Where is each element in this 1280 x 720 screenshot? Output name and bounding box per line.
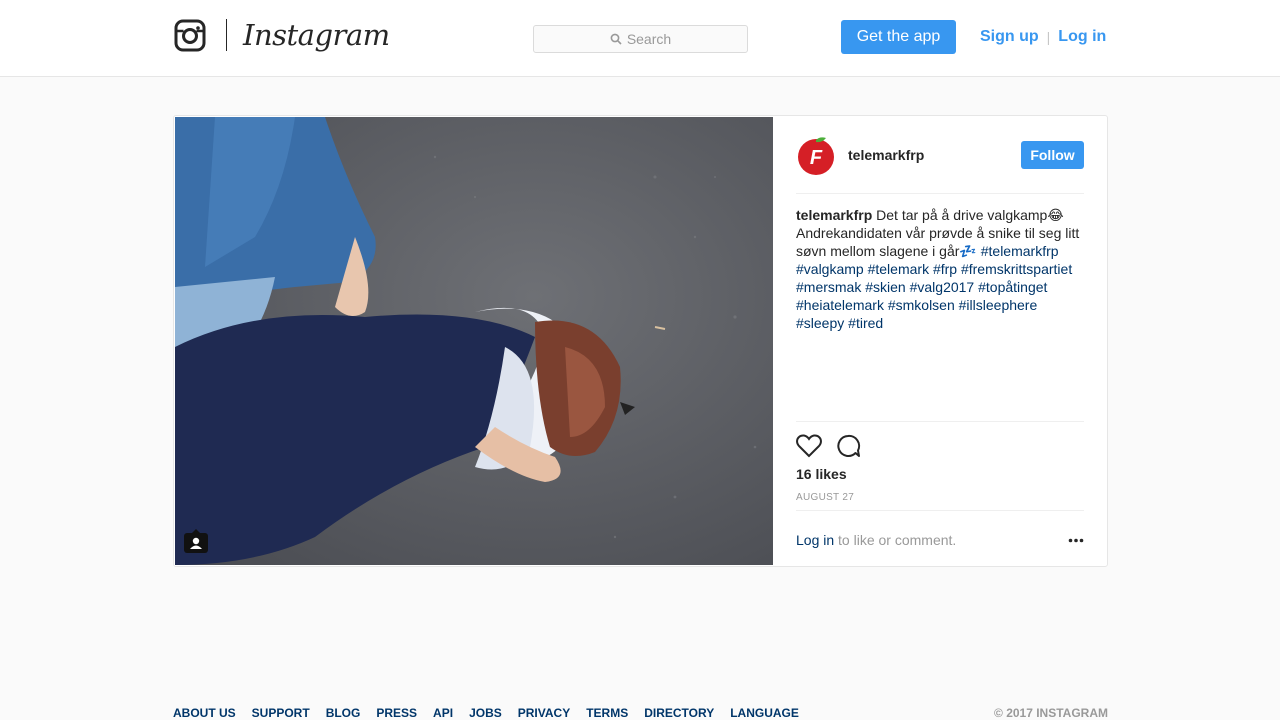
hashtag-link[interactable]: #illsleephere [959,297,1038,313]
hashtag-link[interactable]: #telemarkfrp [981,243,1059,259]
get-the-app-button[interactable]: Get the app [841,20,956,54]
comment-icon[interactable] [836,434,861,458]
post-sidebar: F telemarkfrp Follow telemarkfrp Det tar… [796,116,1084,566]
search-icon [610,33,622,45]
footer-link-about-us[interactable]: ABOUT US [173,706,236,720]
login-prompt-text: Log in to like or comment. [796,532,956,548]
hashtag-link[interactable]: #sleepy [796,315,844,331]
login-prompt: Log in to like or comment. [796,510,1084,566]
post-username[interactable]: telemarkfrp [848,147,924,163]
hashtag-link[interactable]: #heiatelemark [796,297,884,313]
footer-link-api[interactable]: API [433,706,453,720]
more-icon[interactable] [1068,538,1084,543]
footer-link-language[interactable]: LANGUAGE [730,706,799,720]
login-link[interactable]: Log in [796,532,834,548]
hashtag-link[interactable]: #mersmak [796,279,861,295]
footer-link-support[interactable]: SUPPORT [252,706,310,720]
login-suffix: to like or comment. [834,532,957,548]
footer-copyright: © 2017 INSTAGRAM [994,706,1108,720]
hashtag-link[interactable]: #topåtinget [978,279,1047,295]
footer-link-jobs[interactable]: JOBS [469,706,502,720]
heart-icon[interactable] [796,434,822,458]
search-input[interactable]: Search [533,25,748,53]
post-actions: 16 likes AUGUST 27 [796,421,1084,511]
log-in-link[interactable]: Log in [1058,28,1106,46]
post-date: AUGUST 27 [796,492,855,503]
post-card: F telemarkfrp Follow telemarkfrp Det tar… [173,115,1108,567]
likes-count[interactable]: 16 likes [796,466,847,482]
instagram-glyph-icon[interactable] [174,19,206,52]
user-tag-icon[interactable] [183,529,209,555]
hashtag-link[interactable]: #frp [933,261,957,277]
post-header: F telemarkfrp Follow [796,116,1084,194]
hashtag-link[interactable]: #valg2017 [910,279,975,295]
logo-divider [226,19,227,51]
hashtag-link[interactable]: #fremskrittspartiet [961,261,1072,277]
post-photo-image [175,117,773,565]
hashtag-link[interactable]: #smkolsen [888,297,955,313]
post-caption: telemarkfrp Det tar på å drive valgkamp😂… [796,206,1084,332]
footer: ABOUT US SUPPORT BLOG PRESS API JOBS PRIVACY TE… [173,706,1108,720]
auth-links: Sign up | Log in [980,25,1106,49]
post-photo[interactable] [175,117,773,565]
avatar[interactable]: F [796,136,836,176]
hashtag-link[interactable]: #skien [865,279,905,295]
top-navbar: Instagram Search Get the app Sign up | L… [0,0,1280,77]
hashtag-link[interactable]: #valgkamp [796,261,864,277]
hashtag-link[interactable]: #tired [848,315,883,331]
search-placeholder: Search [626,31,672,47]
hashtag-link[interactable]: #telemark [868,261,929,277]
caption-username[interactable]: telemarkfrp [796,207,872,223]
footer-link-press[interactable]: PRESS [376,706,417,720]
svg-text:F: F [810,147,823,169]
footer-link-blog[interactable]: BLOG [326,706,361,720]
sign-up-link[interactable]: Sign up [980,28,1039,46]
footer-links: ABOUT US SUPPORT BLOG PRESS API JOBS PRIVACY TE… [173,706,815,720]
footer-link-terms[interactable]: TERMS [586,706,628,720]
footer-link-directory[interactable]: DIRECTORY [644,706,714,720]
auth-separator: | [1046,29,1051,45]
follow-button[interactable]: Follow [1021,141,1084,169]
instagram-logo-wordmark[interactable]: Instagram [243,15,390,55]
footer-link-privacy[interactable]: PRIVACY [518,706,570,720]
